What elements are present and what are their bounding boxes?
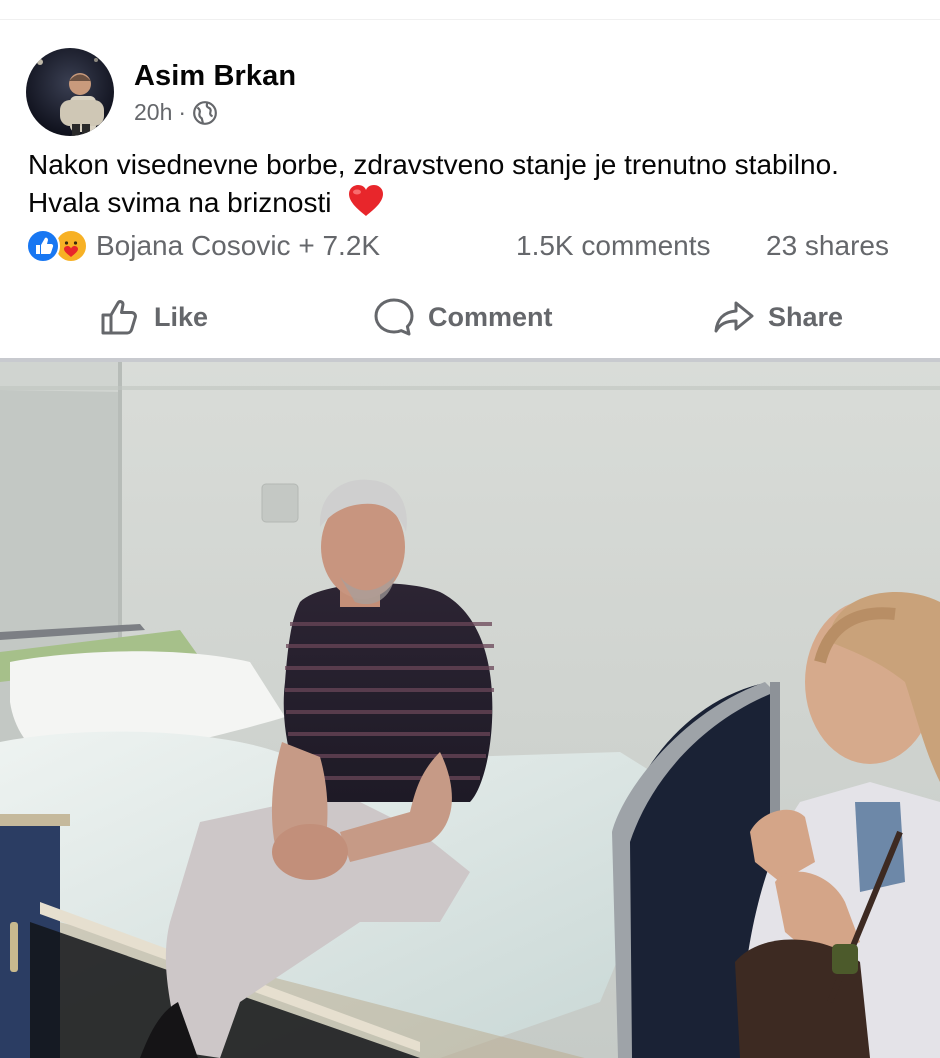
- comment-button[interactable]: Comment: [372, 288, 553, 346]
- shares-count[interactable]: 23 shares: [766, 230, 889, 262]
- share-button[interactable]: Share: [712, 288, 843, 346]
- reacted-by-text[interactable]: Bojana Cosovic + 7.2K: [96, 230, 380, 262]
- thumbs-up-icon: [101, 300, 137, 335]
- top-strip: [0, 0, 940, 20]
- globe-icon[interactable]: [192, 100, 218, 126]
- comment-label: Comment: [428, 301, 553, 332]
- like-label: Like: [154, 301, 209, 332]
- share-arrow-icon: [714, 301, 754, 333]
- comments-count[interactable]: 1.5K comments: [516, 230, 711, 262]
- author-name[interactable]: Asim Brkan: [134, 60, 296, 93]
- post-text: Nakon visednevne borbe, zdravstveno stan…: [28, 146, 908, 222]
- post-stats: Bojana Cosovic + 7.2K 1.5K comments 23 s…: [26, 226, 916, 266]
- red-heart-emoji-icon: [349, 185, 384, 216]
- comment-bubble-icon: [374, 298, 414, 336]
- like-reaction-icon: [26, 229, 60, 263]
- share-label: Share: [768, 301, 844, 332]
- avatar[interactable]: [26, 48, 114, 136]
- post-body: Nakon visednevne borbe, zdravstveno stan…: [28, 149, 839, 218]
- post-photo[interactable]: [0, 362, 940, 1058]
- separator-dot: ·: [178, 99, 187, 125]
- like-button[interactable]: Like: [98, 288, 208, 346]
- post-meta: Asim Brkan 20h ·: [134, 60, 296, 126]
- post-subline: 20h ·: [134, 99, 296, 126]
- post-actions: Like Comment Share: [0, 288, 940, 346]
- reaction-summary[interactable]: Bojana Cosovic + 7.2K: [26, 229, 380, 263]
- post-time[interactable]: 20h: [134, 99, 172, 126]
- post-header: Asim Brkan 20h ·: [26, 48, 296, 140]
